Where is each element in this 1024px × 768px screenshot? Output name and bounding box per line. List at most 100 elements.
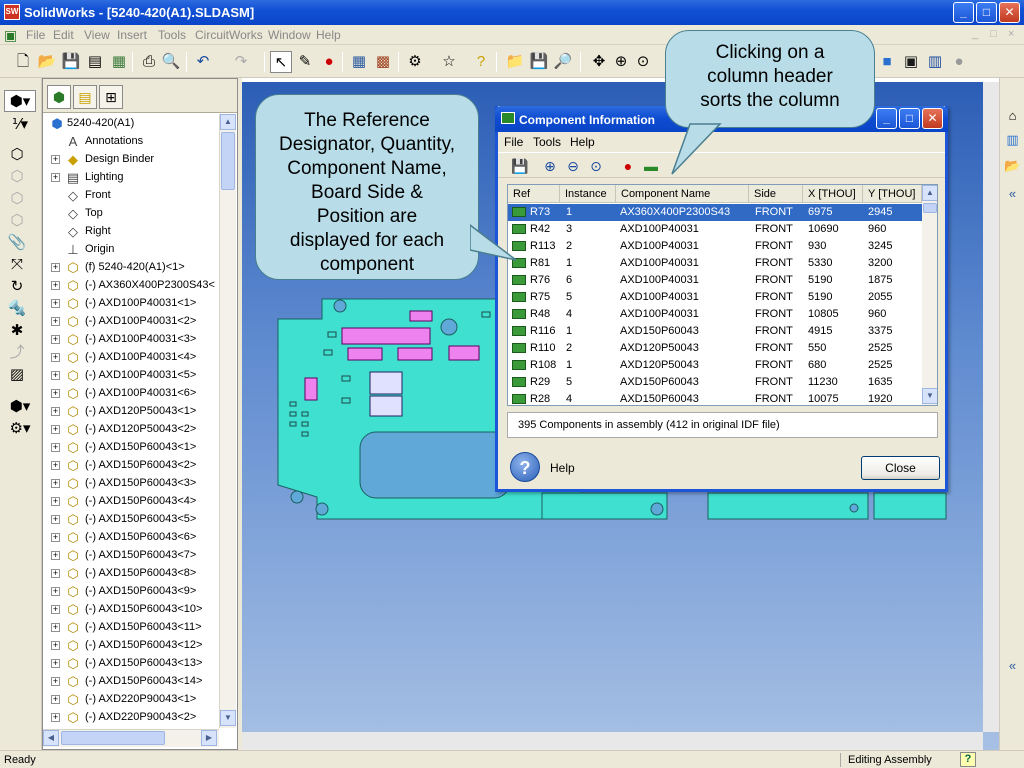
menu-help[interactable]: Help <box>316 28 341 42</box>
expand-icon[interactable]: + <box>51 443 60 452</box>
column-header-ref[interactable]: Ref <box>508 185 560 203</box>
print-preview-icon[interactable]: 🔍 <box>160 51 182 73</box>
close-button[interactable]: Close <box>861 456 940 480</box>
expand-icon[interactable]: + <box>51 407 60 416</box>
component-row[interactable]: R76 6 AXD100P40031 FRONT 5190 1875 <box>508 272 922 289</box>
zoom-to-fit-icon[interactable]: ⊙ <box>586 156 606 176</box>
tree-item[interactable]: + ⬡ (-) AXD150P60043<10> <box>43 601 219 619</box>
zoom-in-icon[interactable]: ⊕ <box>610 51 632 73</box>
scroll-thumb[interactable] <box>221 132 235 190</box>
component-row[interactable]: R42 3 AXD100P40031 FRONT 10690 960 <box>508 221 922 238</box>
property-manager-tab-icon[interactable]: ▤ <box>73 85 97 109</box>
component-filter-icon[interactable]: ▬ <box>641 156 661 176</box>
select-arrow-icon[interactable]: ↖ <box>270 51 292 73</box>
graphics-horizontal-scrollbar[interactable] <box>242 732 983 750</box>
pcb-board-2[interactable] <box>707 492 869 520</box>
pan-icon[interactable]: ✥ <box>588 51 610 73</box>
expand-icon[interactable]: + <box>51 515 60 524</box>
explode-line-icon[interactable]: ⤴ <box>6 342 28 364</box>
pcb-ic[interactable] <box>369 371 403 395</box>
tree-item[interactable]: + ⬡ (-) AXD150P60043<6> <box>43 529 219 547</box>
tree-item[interactable]: + ⬡ (-) AXD150P60043<9> <box>43 583 219 601</box>
interference-icon[interactable]: ▨ <box>6 364 28 386</box>
dimension-icon[interactable]: ⅟▾ <box>4 114 36 136</box>
expand-icon[interactable]: + <box>51 281 60 290</box>
insert-component-icon[interactable]: ⬡ <box>6 144 28 166</box>
component-row[interactable]: R116 1 AXD150P60043 FRONT 4915 3375 <box>508 323 922 340</box>
column-header-component-name[interactable]: Component Name <box>616 185 749 203</box>
tree-horizontal-scrollbar[interactable]: ◀ ▶ <box>43 729 219 747</box>
smart-fasteners-icon[interactable]: 🔩 <box>6 298 28 320</box>
minimize-button[interactable]: _ <box>953 2 974 23</box>
expand-icon[interactable]: + <box>51 353 60 362</box>
tree-item[interactable]: ◇ Right <box>43 223 219 241</box>
tree-item[interactable]: + ⬡ (-) AXD150P60043<14> <box>43 673 219 691</box>
expand-icon[interactable]: + <box>51 497 60 506</box>
realview-icon[interactable]: ● <box>948 51 970 73</box>
tree-item[interactable]: ⊥ Origin <box>43 241 219 259</box>
component-row[interactable]: R110 2 AXD120P50043 FRONT 550 2525 <box>508 340 922 357</box>
open-idf-icon[interactable]: 📁 <box>504 51 526 73</box>
component-row[interactable]: R81 1 AXD100P40031 FRONT 5330 3200 <box>508 255 922 272</box>
component-row[interactable]: R113 2 AXD100P40031 FRONT 930 3245 <box>508 238 922 255</box>
menu-window[interactable]: Window <box>268 28 311 42</box>
expand-icon[interactable]: + <box>51 425 60 434</box>
tree-vertical-scrollbar[interactable]: ▲ ▼ <box>219 114 236 728</box>
tree-item[interactable]: + ▤ Lighting <box>43 169 219 187</box>
tree-item[interactable]: + ⬡ (-) AXD100P40031<4> <box>43 349 219 367</box>
expand-icon[interactable]: + <box>51 335 60 344</box>
change-suppression-icon[interactable]: ⬡ <box>6 188 28 210</box>
document-icon[interactable]: ▣ <box>4 27 20 43</box>
tree-item[interactable]: + ⬡ (-) AXD150P60043<12> <box>43 637 219 655</box>
component-row[interactable]: R108 1 AXD120P50043 FRONT 680 2525 <box>508 357 922 374</box>
mate-icon[interactable]: 📎 <box>6 232 28 254</box>
new-document-icon[interactable]: 🗋 <box>12 51 34 73</box>
print-icon[interactable]: ⎙ <box>138 51 160 73</box>
save-icon[interactable]: 💾 <box>60 51 82 73</box>
mdi-minimize-button[interactable]: _ <box>972 28 978 40</box>
mdi-restore-button[interactable]: □ <box>990 28 997 40</box>
rotate-component-icon[interactable]: ↻ <box>6 276 28 298</box>
expand-icon[interactable]: + <box>51 623 60 632</box>
column-header-y[interactable]: Y [THOU] <box>863 185 922 203</box>
options-icon[interactable]: ⚙ <box>404 51 426 73</box>
explode-view-icon[interactable]: ✱ <box>6 320 28 342</box>
tree-item[interactable]: + ⬡ (-) AXD220P90043<1> <box>43 691 219 709</box>
inspect-icon[interactable]: 🔎 <box>552 51 574 73</box>
graphics-vertical-scrollbar[interactable] <box>983 82 999 732</box>
pcb-component[interactable] <box>397 347 433 361</box>
hide-component-icon[interactable]: ⬡ <box>6 166 28 188</box>
column-header-instance[interactable]: Instance <box>560 185 616 203</box>
expand-icon[interactable]: + <box>51 461 60 470</box>
component-list[interactable]: Ref Instance Component Name Side X [THOU… <box>507 184 938 406</box>
tree-item[interactable]: + ⬡ (-) AXD150P60043<3> <box>43 475 219 493</box>
help-label[interactable]: Help <box>550 461 575 475</box>
expand-icon[interactable]: + <box>51 173 60 182</box>
menu-file[interactable]: File <box>26 28 45 42</box>
expand-icon[interactable]: + <box>51 587 60 596</box>
menu-insert[interactable]: Insert <box>117 28 147 42</box>
component-row[interactable]: R29 5 AXD150P60043 FRONT 11230 1635 <box>508 374 922 391</box>
expand-icon[interactable]: + <box>51 371 60 380</box>
expand-icon[interactable]: + <box>51 551 60 560</box>
expand-icon[interactable]: + <box>51 155 60 164</box>
expand-icon[interactable]: + <box>51 713 60 722</box>
tree-root[interactable]: ⬢ 5240-420(A1) <box>43 115 219 133</box>
assembly-mode-icon[interactable]: ⬢▾ <box>4 90 36 112</box>
tree-item[interactable]: + ⬡ (-) AXD150P60043<5> <box>43 511 219 529</box>
component-row[interactable]: R73 1 AX360X400P2300S43 FRONT 6975 2945 <box>508 204 922 221</box>
tree-item[interactable]: + ⬡ (-) AXD100P40031<3> <box>43 331 219 349</box>
configuration-manager-tab-icon[interactable]: ⊞ <box>99 85 123 109</box>
edit-component-icon[interactable]: ⬡ <box>6 210 28 232</box>
scroll-up-icon[interactable]: ▲ <box>922 185 937 201</box>
dialog-save-icon[interactable]: 💾 <box>510 156 530 176</box>
tree-item[interactable]: + ⬡ (-) AXD150P60043<2> <box>43 457 219 475</box>
tree-item[interactable]: + ⬡ (-) AXD150P60043<13> <box>43 655 219 673</box>
tree-item[interactable]: + ⬡ (-) AX360X400P2300S43< <box>43 277 219 295</box>
customize-icon[interactable]: ☆ <box>438 51 460 73</box>
toolbox-icon[interactable]: ▩ <box>372 51 394 73</box>
zoom-out-icon[interactable]: ⊖ <box>563 156 583 176</box>
tree-item[interactable]: + ⬡ (-) AXD120P50043<1> <box>43 403 219 421</box>
expand-icon[interactable]: + <box>51 695 60 704</box>
tree-item[interactable]: + ◆ Design Binder <box>43 151 219 169</box>
